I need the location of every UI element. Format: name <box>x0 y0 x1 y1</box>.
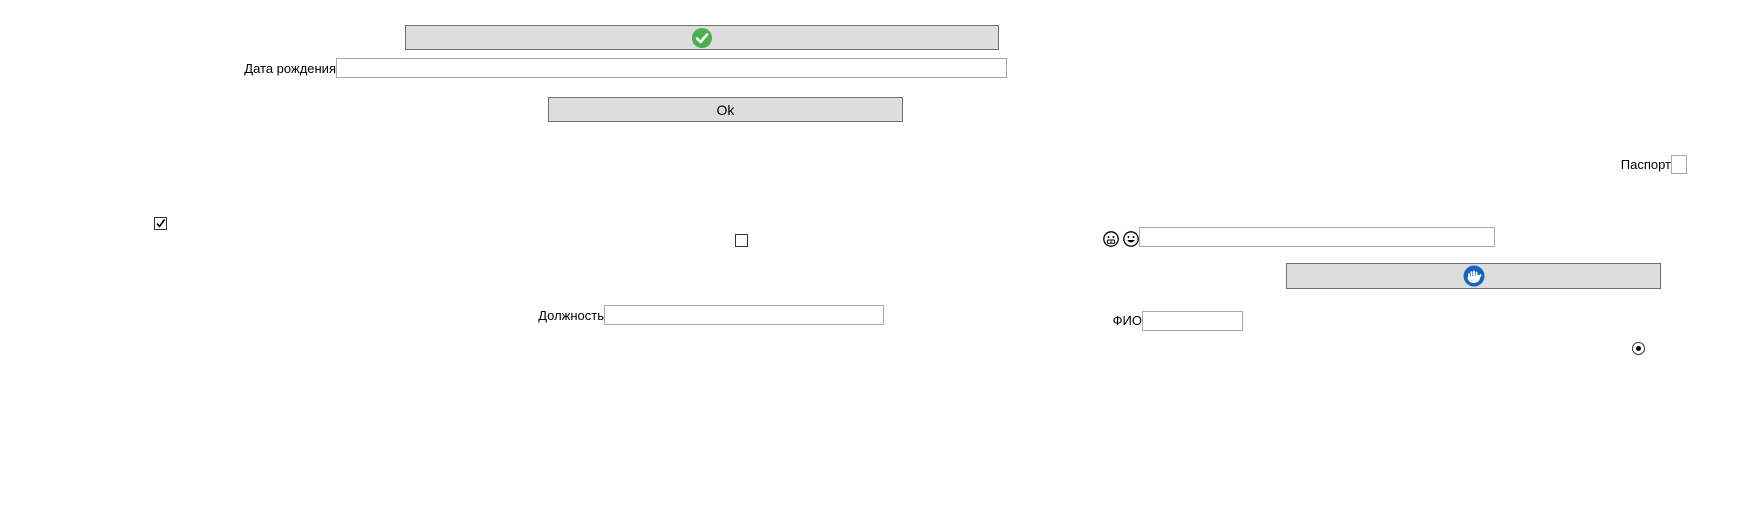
fio-label: ФИО <box>1112 313 1142 328</box>
birth-date-label: Дата рождения <box>244 61 336 76</box>
grimace-emoji-icon <box>1103 231 1119 247</box>
birth-date-field[interactable] <box>336 58 1007 78</box>
position-field[interactable] <box>604 305 884 325</box>
checkmark-icon <box>156 219 166 228</box>
grin-emoji-icon <box>1123 231 1139 247</box>
passport-checkbox[interactable] <box>1671 155 1687 174</box>
radio-button[interactable] <box>1632 342 1645 355</box>
check-circle-icon <box>692 27 712 48</box>
fio-field[interactable] <box>1142 311 1243 331</box>
position-label: Должность <box>538 308 604 323</box>
left-checkbox[interactable] <box>154 217 167 230</box>
middle-checkbox[interactable] <box>735 234 748 247</box>
hand-icon-button[interactable] <box>1286 263 1661 289</box>
hand-icon <box>1463 265 1485 287</box>
passport-label: Паспорт <box>1620 157 1671 172</box>
ok-button[interactable]: Ok <box>548 97 903 122</box>
radio-dot <box>1636 346 1641 351</box>
emoji-text-field[interactable] <box>1139 227 1495 247</box>
confirm-icon-button[interactable] <box>405 25 999 50</box>
